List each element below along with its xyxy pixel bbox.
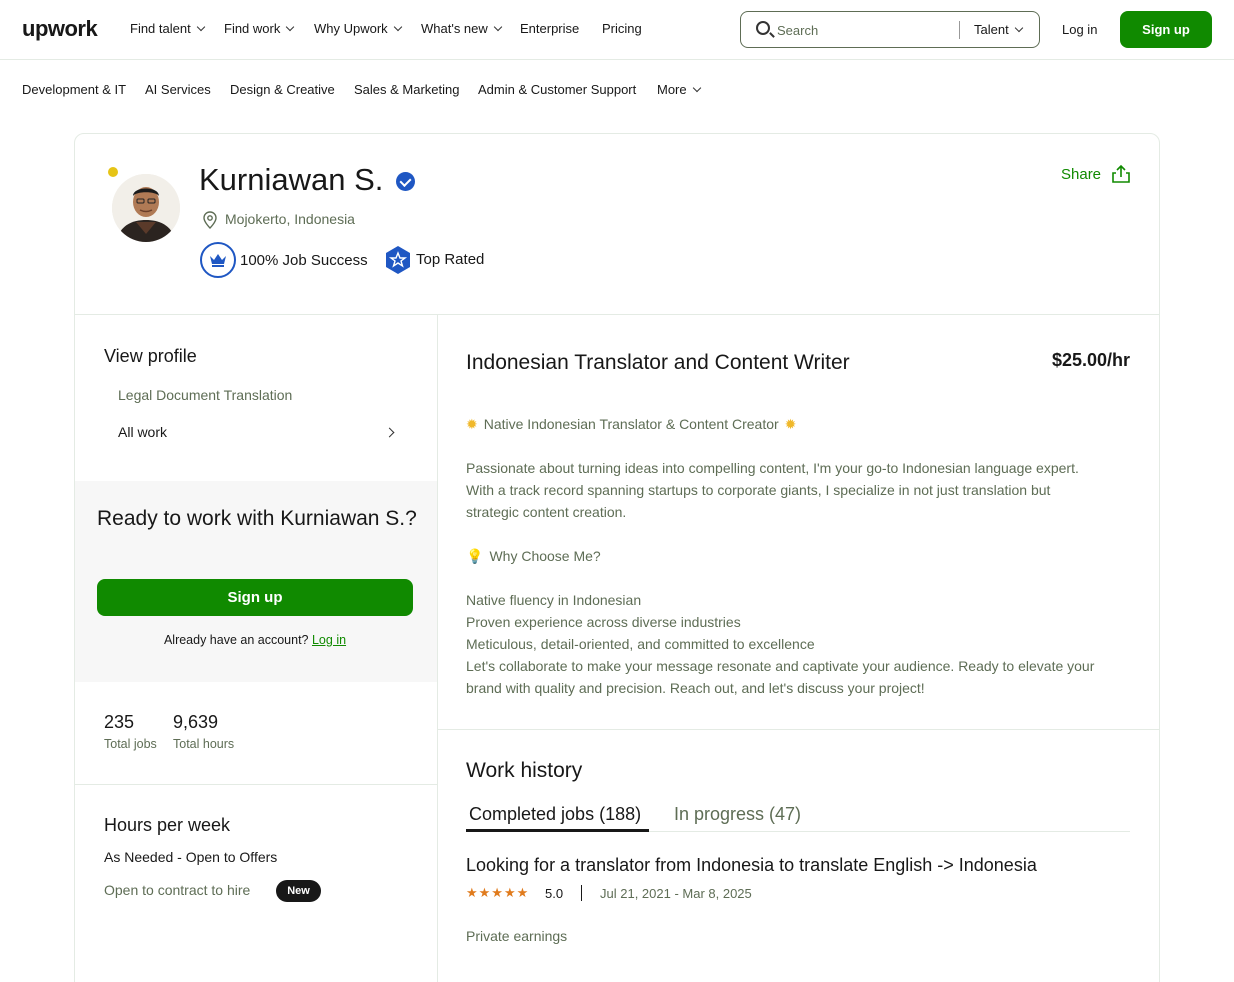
online-status-dot (108, 167, 118, 177)
nav-label: Pricing (602, 21, 642, 36)
overview-line: With a track record spanning startups to… (466, 482, 1051, 498)
section-divider (75, 784, 437, 785)
top-rated-label: Top Rated (416, 251, 485, 268)
search-icon (756, 21, 770, 35)
location-pin-icon (203, 211, 217, 229)
section-divider (438, 729, 1159, 730)
total-jobs-label: Total jobs (104, 737, 157, 751)
overview-line: strategic content creation. (466, 504, 627, 520)
category-admin-support[interactable]: Admin & Customer Support (478, 82, 636, 97)
hours-per-week-title: Hours per week (104, 815, 231, 835)
point-item: Meticulous, detail-oriented, and committ… (466, 636, 815, 652)
total-hours-label: Total hours (173, 737, 235, 751)
point-item: Let's collaborate to make your message r… (466, 658, 1095, 674)
nav-find-talent[interactable]: Find talent (130, 21, 205, 36)
search-divider (959, 21, 960, 39)
sun-icon: ✹ (466, 416, 478, 432)
job-success-icon (200, 242, 236, 278)
point-item: Proven experience across diverse industr… (466, 614, 741, 630)
profile-specialization-link[interactable]: Legal Document Translation (118, 387, 292, 403)
point-item: Native fluency in Indonesian (466, 592, 642, 608)
chevron-down-icon (286, 22, 295, 32)
profile-headline: Indonesian Translator and Content Writer (466, 351, 850, 374)
new-badge: New (276, 880, 321, 902)
login-link[interactable]: Log in (1062, 22, 1097, 37)
hire-cta-title: Ready to work with Kurniawan S.? (97, 507, 417, 530)
hours-per-week-value: As Needed - Open to Offers (104, 849, 278, 865)
job-dates: Jul 21, 2021 - Mar 8, 2025 (600, 886, 752, 901)
job-earnings: Private earnings (466, 928, 568, 944)
nav-find-work[interactable]: Find work (224, 21, 295, 36)
nav-label: Why Upwork (314, 21, 388, 36)
work-history-title: Work history (466, 759, 583, 782)
search-scope-label: Talent (974, 22, 1009, 37)
tagline-text: Native Indonesian Translator & Content C… (483, 416, 779, 432)
nav-label: Find talent (130, 21, 191, 36)
avatar (112, 174, 180, 242)
login-prompt-text: Already have an account? (163, 633, 309, 647)
login-prompt: Already have an account? Log in (97, 633, 413, 647)
top-rated-badge-icon (386, 246, 410, 274)
share-icon (1112, 164, 1130, 183)
search-scope-dropdown[interactable]: Talent (974, 22, 1023, 37)
nav-label: Enterprise (520, 21, 580, 36)
nav-whats-new[interactable]: What's new (421, 21, 503, 36)
nav-pricing[interactable]: Pricing (602, 21, 642, 36)
chevron-down-icon (393, 22, 402, 32)
upwork-logo[interactable]: upwork (22, 16, 98, 42)
overview-tagline: ✹ Native Indonesian Translator & Content … (466, 413, 1136, 435)
chevron-down-icon (493, 22, 503, 32)
job-title-link[interactable]: Looking for a translator from Indonesia … (466, 855, 1037, 876)
search-bar: Talent (740, 11, 1040, 48)
overview-line: Passionate about turning ideas into comp… (466, 460, 1079, 476)
sun-icon: ✹ (784, 416, 797, 432)
category-sales-marketing[interactable]: Sales & Marketing (354, 82, 460, 97)
total-jobs-value: 235 (104, 712, 135, 732)
rating-separator (581, 885, 582, 901)
nav-enterprise[interactable]: Enterprise (520, 21, 579, 36)
profile-location: Mojokerto, Indonesia (225, 211, 355, 227)
why-choose-text: Why Choose Me? (489, 548, 601, 564)
why-choose-heading: 💡 Why Choose Me? (466, 545, 1136, 567)
nav-label: Find work (224, 21, 281, 36)
category-ai-services[interactable]: AI Services (145, 82, 211, 97)
share-label: Share (1061, 165, 1102, 183)
view-profile-title: View profile (104, 346, 197, 366)
tab-completed-jobs[interactable]: Completed jobs (188) (469, 804, 641, 825)
signup-button[interactable]: Sign up (1120, 11, 1212, 48)
all-work-link[interactable]: All work (118, 424, 398, 440)
category-design-creative[interactable]: Design & Creative (230, 82, 335, 97)
verified-badge-icon (396, 172, 415, 191)
cta-signup-button[interactable]: Sign up (97, 579, 413, 616)
chevron-down-icon (1014, 23, 1023, 33)
cta-login-link[interactable]: Log in (312, 633, 346, 647)
nav-label: What's new (421, 21, 488, 36)
search-input[interactable] (777, 20, 947, 40)
chevron-down-icon (692, 83, 701, 93)
top-navigation: upwork Find talent Find work Why Upwork … (0, 0, 1234, 60)
category-development-it[interactable]: Development & IT (22, 82, 126, 97)
job-success-label: 100% Job Success (240, 252, 368, 269)
lightbulb-icon: 💡 (466, 548, 484, 564)
category-more[interactable]: More (657, 82, 701, 97)
why-choose-points: Native fluency in Indonesian Proven expe… (466, 589, 1136, 699)
contract-to-hire-label: Open to contract to hire (104, 882, 251, 898)
overview-paragraph: Passionate about turning ideas into comp… (466, 457, 1136, 523)
nav-why-upwork[interactable]: Why Upwork (314, 21, 402, 36)
category-more-label: More (657, 82, 687, 97)
share-button[interactable]: Share (1061, 164, 1131, 184)
hourly-rate: $25.00/hr (1051, 350, 1130, 370)
section-divider (75, 314, 1159, 315)
total-hours-value: 9,639 (173, 712, 219, 732)
tab-in-progress[interactable]: In progress (47) (674, 804, 801, 825)
active-tab-indicator (466, 829, 649, 832)
rating-stars-icon: ★★★★★ (466, 885, 530, 900)
chevron-down-icon (196, 22, 205, 32)
job-rating: 5.0 (545, 886, 564, 901)
column-divider (437, 315, 438, 982)
point-item: brand with quality and precision. Reach … (466, 680, 925, 696)
profile-name: Kurniawan S. (199, 162, 384, 197)
